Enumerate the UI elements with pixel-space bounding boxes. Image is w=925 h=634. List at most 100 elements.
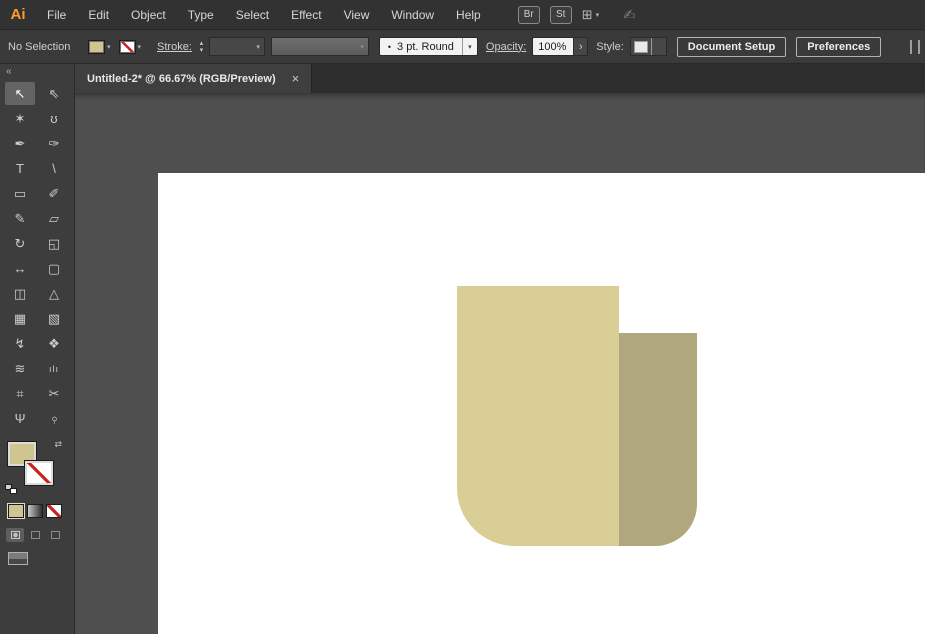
workspace: « ↖ ⇖ ✶ ʊ ✒ ✑ T \ ▭ ✐ ✎ ▱ ↻ ◱ ↔ ▢ ◫ △ ▦ (0, 64, 925, 634)
chevron-down-icon: ▾ (468, 43, 472, 51)
default-fill-stroke-icon[interactable] (5, 484, 17, 494)
graphic-style-select[interactable]: ▾ (629, 37, 667, 56)
draw-inside-icon (50, 531, 60, 539)
artboard-tool[interactable]: ⌗ (5, 382, 35, 405)
workspace-grid-icon: ⊞ (581, 6, 593, 22)
rotate-tool[interactable]: ↻ (5, 232, 35, 255)
brush-dot-icon: • (387, 41, 392, 52)
curvature-tool[interactable]: ✑ (39, 132, 69, 155)
menu-object[interactable]: Object (120, 0, 177, 29)
document-tab[interactable]: Untitled-2* @ 66.67% (RGB/Preview) × (75, 64, 313, 93)
fill-stroke-widget: ⇄ (5, 439, 62, 494)
eyedropper-tool[interactable]: ↯ (5, 332, 35, 355)
stepper-down-icon: ▾ (199, 46, 204, 54)
brush-dropdown-button[interactable]: ▾ (461, 38, 477, 55)
opacity-value: 100% (532, 37, 575, 56)
opacity-dropdown-icon[interactable]: › (574, 37, 589, 56)
paintbrush-tool[interactable]: ✐ (39, 182, 69, 205)
touch-workspace-icon[interactable]: ✍ (623, 6, 636, 24)
preferences-button[interactable]: Preferences (796, 36, 882, 57)
swap-fill-stroke-icon[interactable]: ⇄ (54, 439, 62, 450)
document-tab-bar: Untitled-2* @ 66.67% (RGB/Preview) × (75, 64, 925, 93)
screen-mode-button[interactable] (8, 552, 28, 565)
selection-tool[interactable]: ↖ (5, 82, 35, 105)
draw-inside-button[interactable] (46, 528, 64, 542)
hand-tool[interactable]: Ψ (5, 407, 35, 430)
width-profile-select[interactable]: ▾ (270, 37, 369, 56)
menu-file[interactable]: File (36, 0, 77, 29)
selection-status: No Selection (8, 40, 71, 53)
chevron-down-icon: ▾ (360, 43, 364, 51)
line-segment-tool[interactable]: \ (39, 157, 69, 180)
tab-close-icon[interactable]: × (292, 71, 300, 86)
artwork-shape-dark[interactable] (619, 333, 697, 546)
menu-view[interactable]: View (333, 0, 381, 29)
zoom-tool[interactable]: ⌕ (35, 400, 72, 437)
tools-panel: « ↖ ⇖ ✶ ʊ ✒ ✑ T \ ▭ ✐ ✎ ▱ ↻ ◱ ↔ ▢ ◫ △ ▦ (0, 64, 75, 634)
perspective-grid-tool[interactable]: △ (39, 282, 69, 305)
toolbar-collapse-button[interactable]: « (0, 64, 74, 80)
mesh-tool[interactable]: ▦ (5, 307, 35, 330)
artwork-shape-light[interactable] (457, 286, 619, 546)
stroke-color-box[interactable] (24, 460, 54, 486)
stroke-weight-stepper[interactable]: ▴ ▾ (196, 38, 207, 56)
style-label: Style: (596, 40, 624, 53)
canvas (75, 93, 925, 634)
none-button[interactable] (46, 504, 62, 518)
illustrator-window: Ai File Edit Object Type Select Effect V… (0, 0, 925, 634)
gradient-tool[interactable]: ▧ (39, 307, 69, 330)
blend-tool[interactable]: ❖ (39, 332, 69, 355)
direct-selection-tool[interactable]: ⇖ (39, 82, 69, 105)
menu-help[interactable]: Help (445, 0, 492, 29)
opacity-label[interactable]: Opacity: (486, 41, 526, 53)
chevron-down-icon: ▾ (137, 43, 142, 51)
document-setup-button[interactable]: Document Setup (676, 36, 787, 57)
scale-tool[interactable]: ◱ (39, 232, 69, 255)
control-bar: No Selection ▾ ▾ Stroke: ▴ ▾ ▾ ▾ • 3 pt.… (0, 30, 925, 64)
pen-tool[interactable]: ✒ (5, 132, 35, 155)
draw-behind-button[interactable] (26, 528, 44, 542)
column-graph-tool[interactable]: ılı (39, 357, 69, 380)
document-tab-title: Untitled-2* @ 66.67% (RGB/Preview) (87, 72, 276, 85)
menu-effect[interactable]: Effect (280, 0, 332, 29)
draw-normal-button[interactable] (6, 528, 24, 542)
panel-overflow-icon[interactable] (910, 39, 920, 54)
gradient-button[interactable] (27, 504, 43, 518)
menu-select[interactable]: Select (225, 0, 280, 29)
stepper-up-icon: ▴ (199, 39, 204, 47)
menu-bar: Ai File Edit Object Type Select Effect V… (0, 0, 925, 30)
draw-normal-icon (10, 531, 20, 539)
menu-bar-app-buttons: Br St ⊞ ▾ ✍ (517, 5, 636, 24)
lasso-tool[interactable]: ʊ (39, 107, 69, 130)
stroke-label[interactable]: Stroke: (157, 41, 192, 53)
color-button[interactable] (7, 503, 25, 519)
shape-builder-tool[interactable]: ◫ (5, 282, 35, 305)
workspace-switcher[interactable]: ⊞ ▾ (582, 7, 599, 23)
symbol-sprayer-tool[interactable]: ≋ (5, 357, 35, 380)
width-tool[interactable]: ↔ (5, 257, 35, 280)
artboard[interactable] (158, 173, 925, 634)
menu-edit[interactable]: Edit (77, 0, 120, 29)
stroke-color-control[interactable]: ▾ (118, 39, 142, 54)
type-tool[interactable]: T (5, 157, 35, 180)
style-dropdown-button[interactable]: ▾ (650, 38, 666, 55)
rectangle-tool[interactable]: ▭ (5, 182, 35, 205)
brush-definition-select[interactable]: • 3 pt. Round ▾ (378, 37, 478, 56)
eraser-tool[interactable]: ▱ (39, 207, 69, 230)
bridge-button[interactable]: Br (517, 5, 540, 24)
chevron-down-icon: ▾ (256, 43, 260, 51)
opacity-select[interactable]: 100% › (532, 37, 589, 56)
menu-window[interactable]: Window (380, 0, 445, 29)
draw-behind-icon (30, 531, 40, 539)
style-swatch (633, 40, 648, 53)
chevron-down-icon: ▾ (595, 11, 600, 19)
magic-wand-tool[interactable]: ✶ (5, 107, 35, 130)
menu-type[interactable]: Type (177, 0, 225, 29)
chevron-down-icon: ▾ (657, 43, 661, 51)
stock-button[interactable]: St (549, 5, 572, 24)
free-transform-tool[interactable]: ▢ (39, 257, 69, 280)
fill-color-control[interactable]: ▾ (88, 39, 111, 54)
stroke-weight-select[interactable]: ▾ (208, 37, 265, 56)
shaper-tool[interactable]: ✎ (5, 207, 35, 230)
fill-swatch (88, 39, 105, 54)
